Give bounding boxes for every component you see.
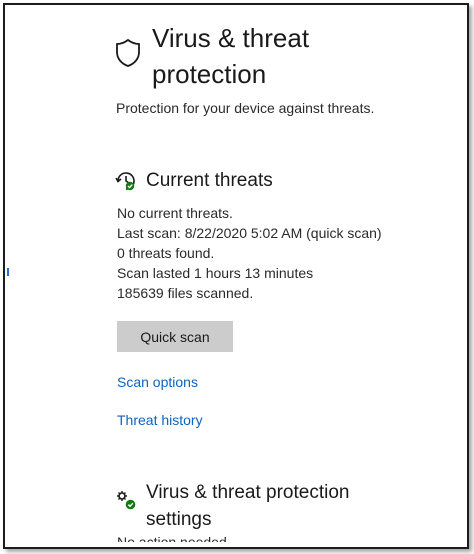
settings-heading: Virus & threat protection settings (146, 482, 350, 530)
scan-options-link[interactable]: Scan options (117, 374, 198, 390)
files-scanned-text: 185639 files scanned. (117, 285, 254, 301)
quick-scan-button[interactable]: Quick scan (117, 321, 233, 352)
threat-status-text: No current threats. (117, 205, 233, 221)
page-title: Virus & threat protection (152, 23, 310, 89)
threat-info: No current threats. Last scan: 8/22/2020… (117, 203, 382, 303)
settings-status-text: No action needed. (117, 534, 231, 542)
current-threats-heading: Current threats (146, 170, 273, 191)
page-subtitle: Protection for your device against threa… (116, 100, 375, 116)
threats-found-text: 0 threats found. (117, 245, 215, 261)
threat-clock-icon (115, 172, 135, 191)
shield-icon (116, 38, 140, 67)
last-scan-text: Last scan: 8/22/2020 5:02 AM (quick scan… (117, 225, 382, 241)
threat-history-link[interactable]: Threat history (117, 412, 203, 428)
selection-indicator (7, 268, 9, 276)
settings-gears-icon (117, 491, 136, 510)
scan-duration-text: Scan lasted 1 hours 13 minutes (117, 265, 314, 281)
